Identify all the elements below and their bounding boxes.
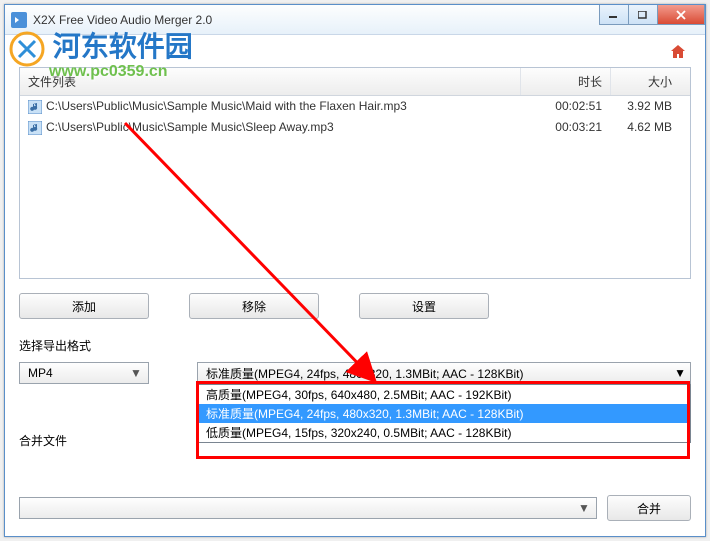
audio-file-icon [28, 121, 42, 135]
minimize-button[interactable] [599, 5, 629, 25]
file-duration: 00:02:51 [520, 96, 610, 117]
file-list: 文件列表 时长 大小 C:\Users\Public\Music\Sample … [19, 67, 691, 279]
col-header-name[interactable]: 文件列表 [20, 68, 520, 95]
quality-option-standard[interactable]: 标准质量(MPEG4, 24fps, 480x320, 1.3MBit; AAC… [198, 404, 690, 423]
quality-value: 标准质量(MPEG4, 24fps, 480x320, 1.3MBit; AAC… [206, 365, 523, 382]
format-value: MP4 [28, 366, 53, 380]
merge-output-combo[interactable]: ▼ [19, 497, 597, 519]
quality-option-high[interactable]: 高质量(MPEG4, 30fps, 640x480, 2.5MBit; AAC … [198, 385, 690, 404]
file-row[interactable]: C:\Users\Public\Music\Sample Music\Sleep… [20, 117, 690, 138]
quality-combo[interactable]: 标准质量(MPEG4, 24fps, 480x320, 1.3MBit; AAC… [197, 362, 691, 384]
remove-button[interactable]: 移除 [189, 293, 319, 319]
close-button[interactable] [657, 5, 705, 25]
quality-dropdown: 高质量(MPEG4, 30fps, 640x480, 2.5MBit; AAC … [197, 384, 691, 443]
audio-file-icon [28, 100, 42, 114]
file-path: C:\Users\Public\Music\Sample Music\Maid … [46, 99, 407, 113]
chevron-down-icon: ▼ [128, 366, 144, 380]
home-icon[interactable] [669, 43, 687, 61]
output-format-label: 选择导出格式 [19, 337, 691, 354]
title-bar: X2X Free Video Audio Merger 2.0 [5, 5, 705, 35]
file-duration: 00:03:21 [520, 117, 610, 138]
add-button[interactable]: 添加 [19, 293, 149, 319]
file-row[interactable]: C:\Users\Public\Music\Sample Music\Maid … [20, 96, 690, 117]
file-list-header: 文件列表 时长 大小 [20, 68, 690, 96]
file-size: 3.92 MB [610, 96, 690, 117]
file-path: C:\Users\Public\Music\Sample Music\Sleep… [46, 120, 334, 134]
chevron-down-icon: ▼ [576, 501, 592, 515]
merge-button[interactable]: 合并 [607, 495, 691, 521]
file-size: 4.62 MB [610, 117, 690, 138]
format-combo[interactable]: MP4 ▼ [19, 362, 149, 384]
app-icon [11, 12, 27, 28]
maximize-button[interactable] [628, 5, 658, 25]
settings-button[interactable]: 设置 [359, 293, 489, 319]
col-header-duration[interactable]: 时长 [520, 68, 610, 95]
chevron-down-icon: ▼ [674, 366, 686, 380]
col-header-size[interactable]: 大小 [610, 68, 690, 95]
quality-option-low[interactable]: 低质量(MPEG4, 15fps, 320x240, 0.5MBit; AAC … [198, 423, 690, 442]
